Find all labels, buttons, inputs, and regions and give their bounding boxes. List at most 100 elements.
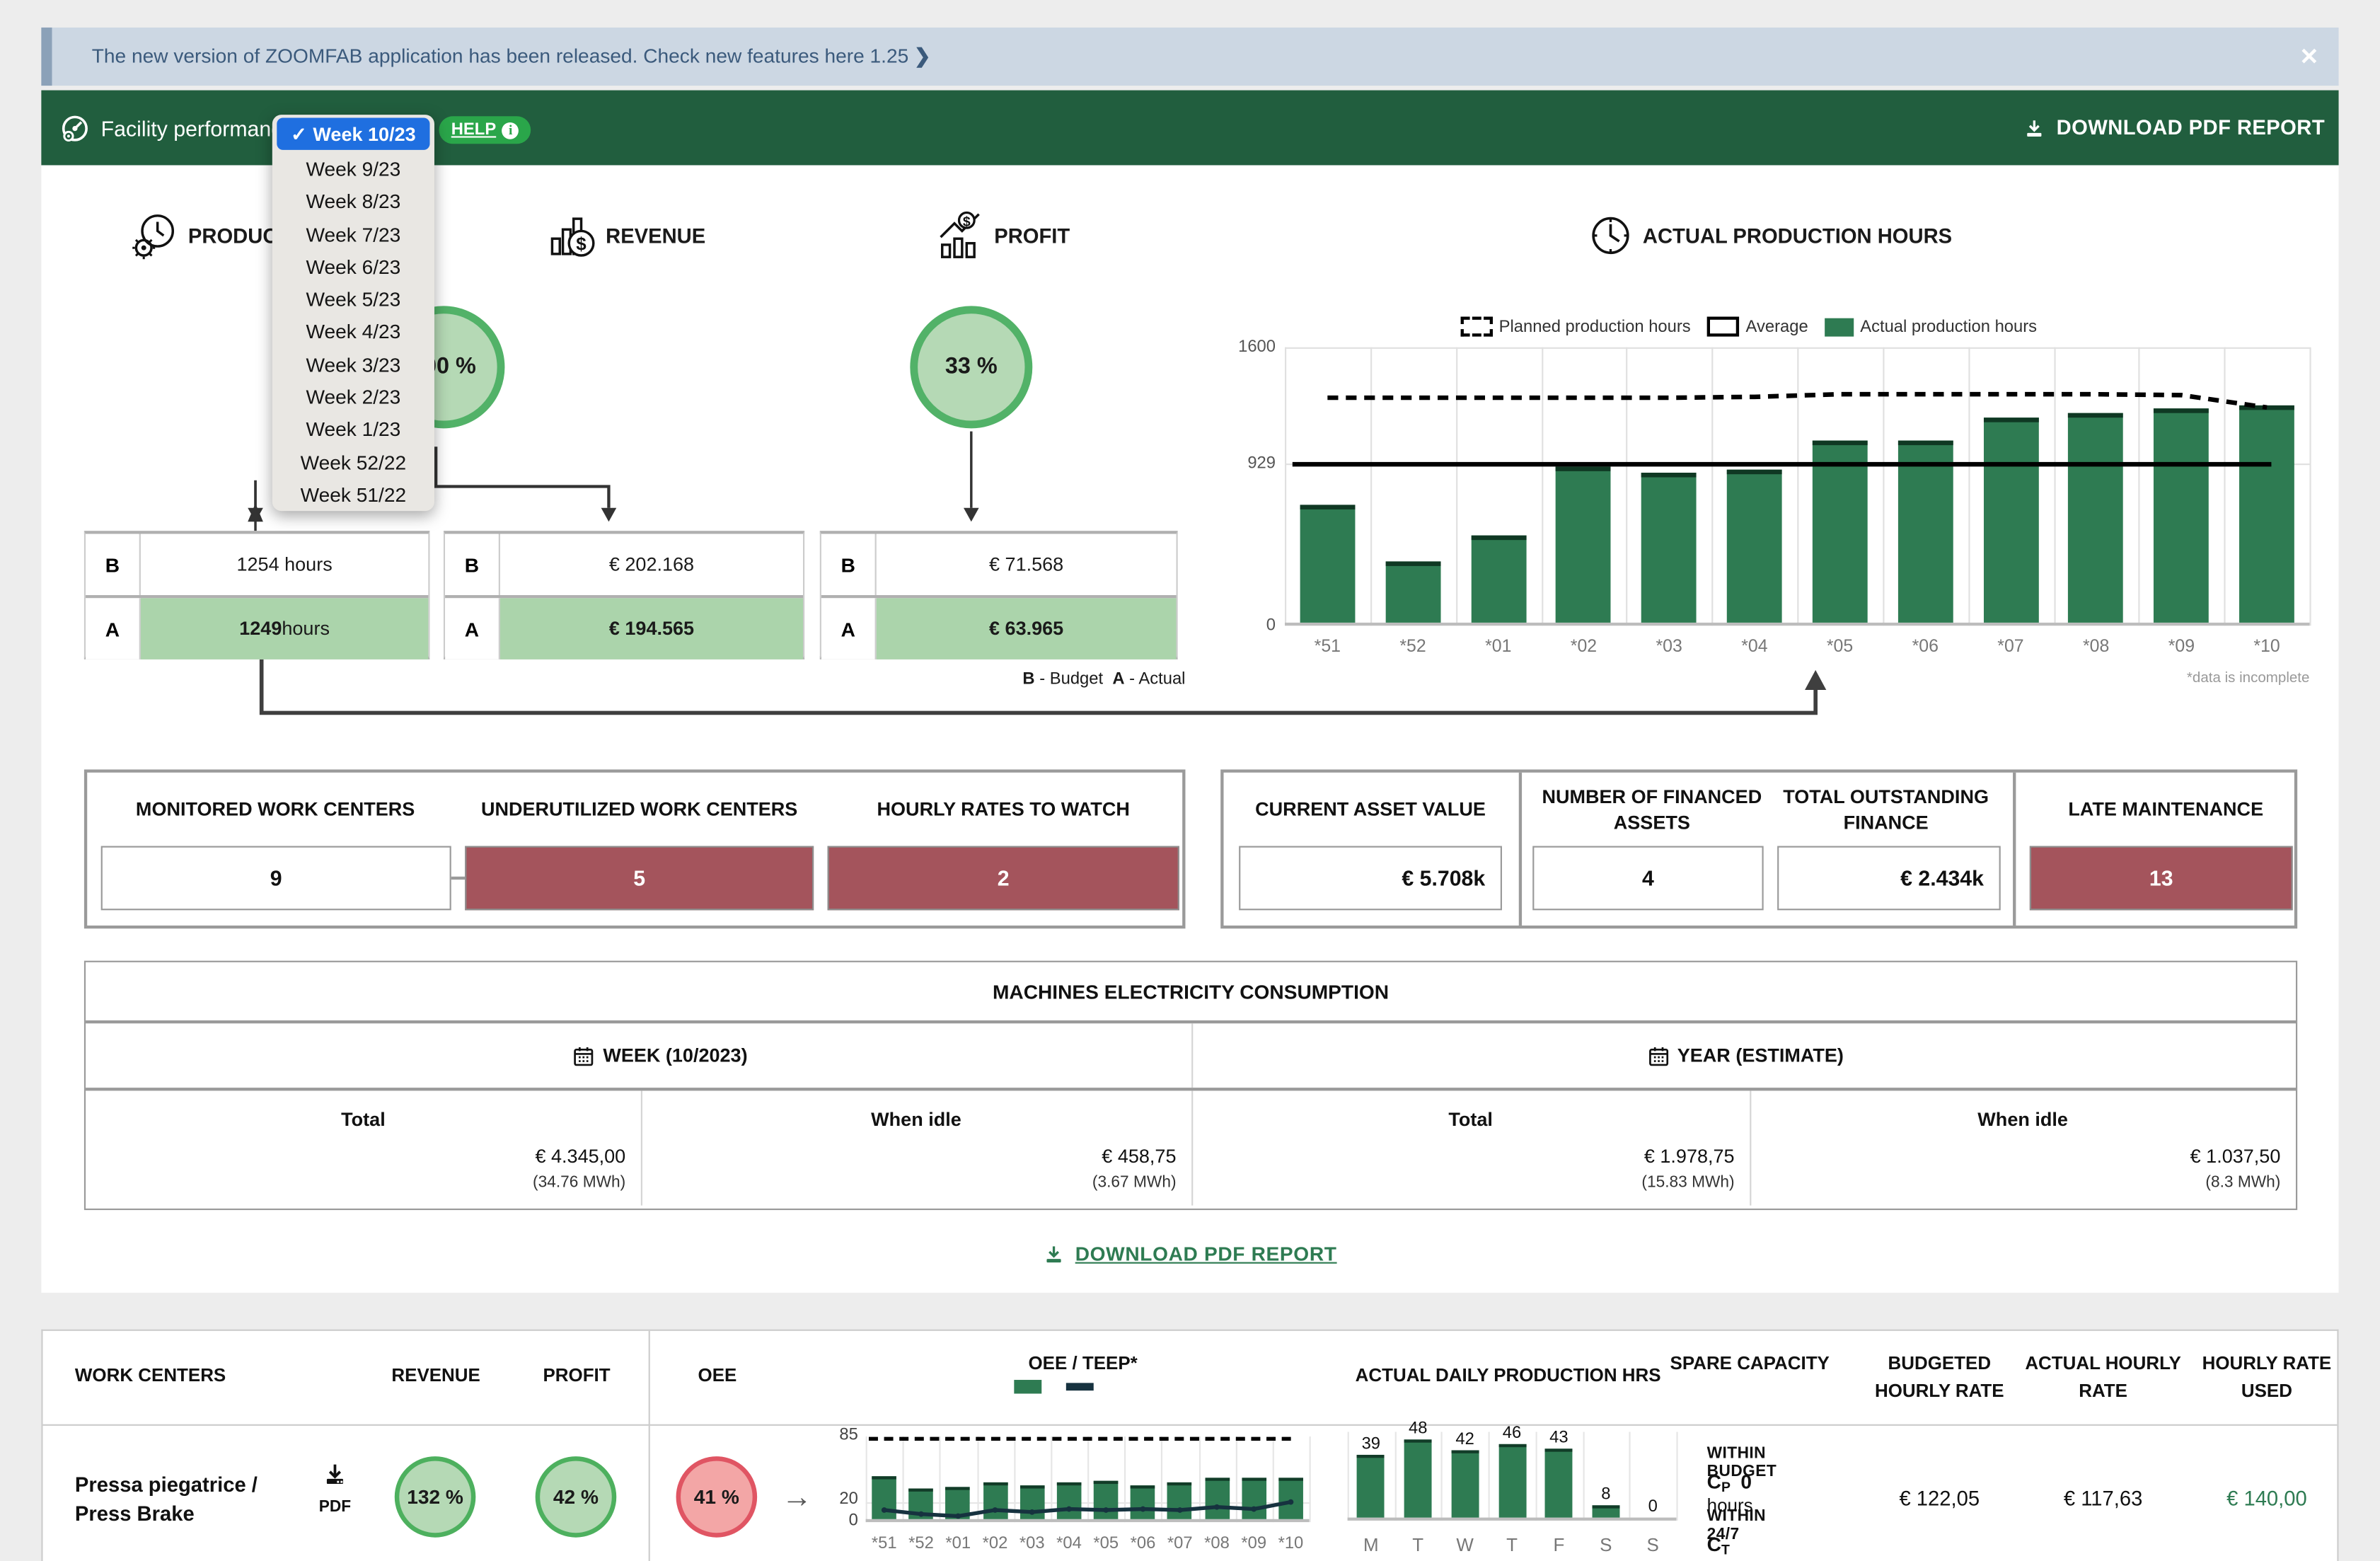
week-option[interactable]: Week 6/23 <box>272 250 434 283</box>
col-header-spare-capacity: SPARE CAPACITY <box>1658 1351 1841 1378</box>
late-maintenance-title: LATE MAINTENANCE <box>2028 797 2304 823</box>
x-tick-label: *05 <box>1087 1534 1124 1553</box>
week-option[interactable]: Week 9/23 <box>272 153 434 185</box>
work-center-name-line1: Pressa piegatrice / <box>75 1470 258 1499</box>
bar-value-label: 8 <box>1586 1485 1626 1503</box>
check-icon: ✓ <box>291 122 307 145</box>
week-option-selected[interactable]: ✓ Week 10/23 <box>277 117 429 149</box>
row-oee-percent: 41 % <box>694 1485 739 1508</box>
row-revenue-percent-circle: 132 % <box>395 1456 476 1538</box>
production-budget-actual-table: B 1254 hours A 1249 hours <box>84 531 430 659</box>
download-pdf-report-button[interactable]: DOWNLOAD PDF REPORT <box>2024 91 2325 166</box>
production-budget-value: 1254 hours <box>141 534 428 595</box>
work-center-name-line2: Press Brake <box>75 1499 258 1528</box>
x-tick-label: *51 <box>866 1534 903 1553</box>
pdf-download-button[interactable]: PDF <box>311 1463 359 1516</box>
y-tick-label: 1600 <box>1208 338 1276 357</box>
profit-icon: $ <box>936 211 985 260</box>
col-header-actual-rate: ACTUAL HOURLY RATE <box>2011 1351 2195 1405</box>
profit-actual-value: € 63.965 <box>877 598 1177 659</box>
oee-ytick-0: 0 <box>815 1511 858 1530</box>
week-option[interactable]: Week 5/23 <box>272 283 434 316</box>
bar-value-label: 42 <box>1445 1430 1485 1448</box>
week-option[interactable]: Week 1/23 <box>272 414 434 447</box>
week-header-label: WEEK (10/2023) <box>603 1045 747 1066</box>
col-header-work-centers: WORK CENTERS <box>75 1363 320 1390</box>
daily-hours-bar <box>1498 1444 1526 1518</box>
week-total-mwh: (34.76 MWh) <box>86 1173 625 1192</box>
week-selector-dropdown[interactable]: ✓ Week 10/23 Week 9/23Week 8/23Week 7/23… <box>272 115 434 510</box>
week-option[interactable]: Week 8/23 <box>272 185 434 218</box>
production-actual-value: 1249 hours <box>141 598 428 659</box>
gridline <box>1583 1432 1584 1521</box>
gridline <box>1348 1432 1349 1521</box>
calendar-icon <box>1646 1044 1669 1066</box>
x-tick-label: *02 <box>977 1534 1014 1553</box>
production-actual-number: 1249 <box>239 618 282 639</box>
gridline <box>1310 1436 1311 1522</box>
x-tick-label: *07 <box>1968 638 2053 657</box>
monitored-work-centers-title: MONITORED WORK CENTERS <box>92 797 459 823</box>
download-pdf-report-link[interactable]: DOWNLOAD PDF REPORT <box>41 1242 2338 1265</box>
year-idle-value: € 1.037,50 <box>1750 1146 2280 1167</box>
x-tick-label: *04 <box>1711 638 1797 657</box>
col-header-profit: PROFIT <box>485 1363 668 1390</box>
row-profit-percent-circle: 42 % <box>536 1456 617 1538</box>
week-option[interactable]: Week 3/23 <box>272 348 434 381</box>
connector-line <box>451 877 465 880</box>
average-swatch <box>1707 317 1739 337</box>
table-row: A 1249 hours <box>86 595 428 659</box>
x-tick-label: *52 <box>1370 638 1456 657</box>
week-total-value: € 4.345,00 <box>86 1146 625 1167</box>
daily-hours-bar <box>1357 1455 1385 1518</box>
week-option[interactable]: Week 2/23 <box>272 381 434 413</box>
download-pdf-report-label: DOWNLOAD PDF REPORT <box>1075 1242 1337 1265</box>
x-tick-label: *10 <box>1272 1534 1309 1553</box>
week-option[interactable]: Week 52/22 <box>272 447 434 479</box>
x-tick-label: *51 <box>1285 638 1370 657</box>
profit-kpi-header: $ PROFIT <box>936 211 1070 260</box>
daily-hours-bar <box>1592 1504 1619 1517</box>
info-icon: i <box>502 122 519 139</box>
week-options-list: Week 9/23Week 8/23Week 7/23Week 6/23Week… <box>272 153 434 511</box>
week-option[interactable]: Week 51/22 <box>272 479 434 512</box>
x-tick-label: *06 <box>1125 1534 1162 1553</box>
banner-message[interactable]: The new version of ZOOMFAB application h… <box>92 28 931 86</box>
hourly-rates-to-watch-title: HOURLY RATES TO WATCH <box>820 797 1187 823</box>
revenue-kpi-header: $ REVENUE <box>548 211 705 260</box>
budget-row-label: B <box>86 534 141 595</box>
actual-production-hours-chart: 09291600*51*52*01*02*03*04*05*06*07*08*0… <box>1285 347 2309 626</box>
x-axis <box>1348 1518 1677 1521</box>
divider <box>1519 773 1521 926</box>
year-total-label: Total <box>1191 1109 1750 1130</box>
calendar-icon <box>572 1044 595 1066</box>
budget-actual-legend: B - Budget A - Actual <box>819 670 1186 689</box>
help-button[interactable]: HELP i <box>439 116 531 144</box>
legend-actual-label: Actual production hours <box>1860 318 2037 336</box>
ct-hours: CT 951 hours <box>1707 1533 1753 1561</box>
revenue-title: REVENUE <box>606 224 705 247</box>
current-asset-value-title: CURRENT ASSET VALUE <box>1232 797 1508 823</box>
svg-text:$: $ <box>963 214 971 230</box>
daily-hours-bar <box>1545 1448 1573 1518</box>
week-option[interactable]: Week 7/23 <box>272 218 434 250</box>
daily-hours-bar <box>1451 1450 1479 1518</box>
production-icon <box>130 211 179 260</box>
table-row: B € 202.168 <box>445 534 803 595</box>
table-row: B 1254 hours <box>86 534 428 595</box>
clock-icon <box>1588 213 1634 259</box>
x-tick-label: *09 <box>1235 1534 1272 1553</box>
week-option[interactable]: Week 4/23 <box>272 316 434 348</box>
gridline <box>1394 1432 1396 1521</box>
download-icon <box>323 1463 347 1487</box>
legend-planned-label: Planned production hours <box>1499 318 1691 336</box>
y-tick-label: 929 <box>1208 455 1276 473</box>
year-header: YEAR (ESTIMATE) <box>1191 1023 2299 1088</box>
year-idle-mwh: (8.3 MWh) <box>1750 1173 2280 1192</box>
hourly-rate-used-value: € 140,00 <box>2167 1487 2366 1509</box>
profit-budget-value: € 71.568 <box>877 534 1177 595</box>
x-tick-label: *52 <box>903 1534 940 1553</box>
close-icon[interactable]: ✕ <box>2299 43 2318 71</box>
col-header-budgeted-rate: BUDGETED HOURLY RATE <box>1848 1351 2031 1405</box>
col-header-daily-production: ACTUAL DAILY PRODUCTION HRS <box>1355 1363 1660 1390</box>
